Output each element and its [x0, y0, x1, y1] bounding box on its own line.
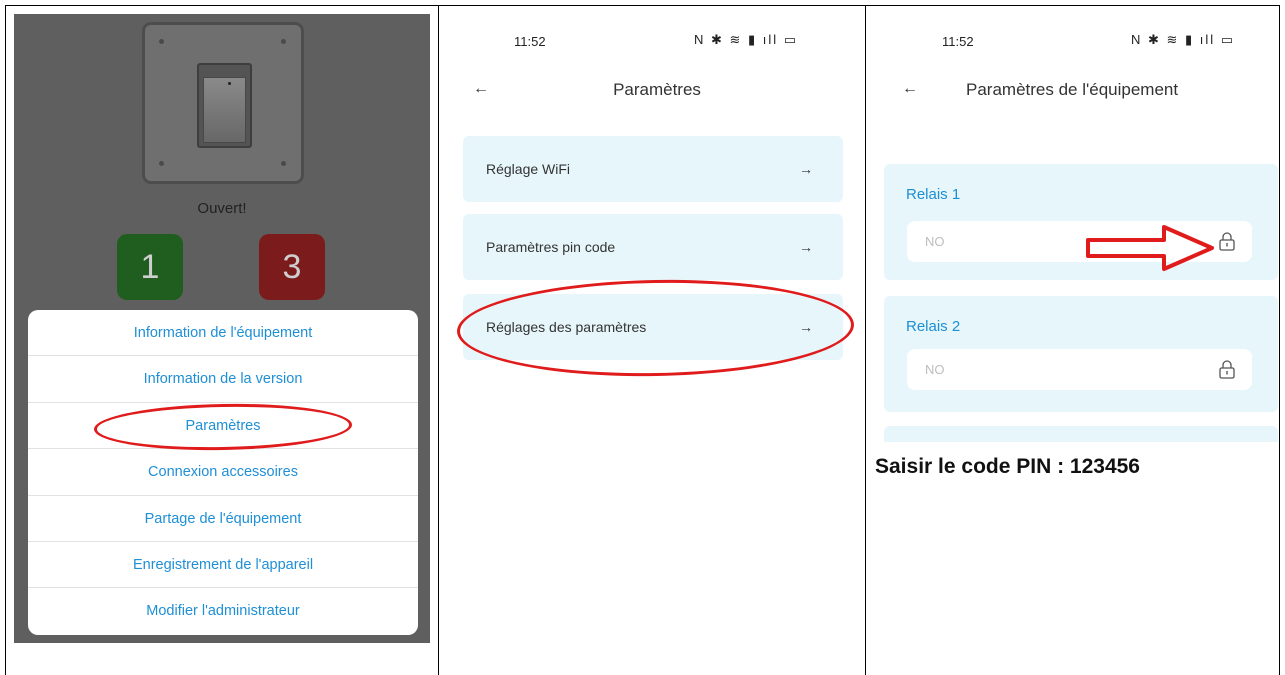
menu-item-share-device[interactable]: Partage de l'équipement: [28, 496, 418, 542]
relay-1-card: Relais 1 NO: [884, 164, 1278, 280]
screw-icon: [281, 161, 286, 166]
relay-mode-value: NO: [925, 362, 945, 377]
settings-item-label: Paramètres pin code: [486, 239, 616, 255]
door-status-text: Ouvert!: [197, 200, 247, 217]
screw-icon: [159, 39, 164, 44]
relay-2-mode-field[interactable]: NO: [907, 349, 1252, 390]
rocker-switch: [197, 63, 252, 148]
relay-3-button[interactable]: 3: [259, 234, 325, 300]
settings-item-wifi[interactable]: Réglage WiFi →: [463, 136, 843, 202]
highlight-ellipse-annotation: [456, 276, 855, 380]
menu-item-accessories[interactable]: Connexion accessoires: [28, 449, 418, 496]
status-time: 11:52: [514, 34, 546, 49]
status-icons: N ✱ ≋ ▮ ıll ▭: [694, 32, 799, 47]
arrow-right-icon: →: [799, 161, 813, 177]
arrow-right-icon: →: [799, 239, 813, 255]
equipment-settings-panel: 11:52 N ✱ ≋ ▮ ıll ▭ ← Paramètres de l'éq…: [866, 14, 1278, 675]
screw-icon: [281, 39, 286, 44]
red-arrow-annotation: [1086, 225, 1214, 271]
switch-plate-image: [142, 22, 304, 184]
menu-item-equipment-info[interactable]: Information de l'équipement: [28, 310, 418, 357]
menu-item-version-info[interactable]: Information de la version: [28, 356, 418, 403]
settings-screen-panel: 11:52 N ✱ ≋ ▮ ıll ▭ ← Paramètres Réglage…: [439, 14, 859, 675]
device-screen-panel: Ouvert! 1 3 Information de l'équipement …: [14, 14, 430, 643]
rocker-face: [203, 77, 246, 143]
relay-3-card-partial: [884, 426, 1278, 442]
relay-1-button[interactable]: 1: [117, 234, 183, 300]
settings-item-pin-code[interactable]: Paramètres pin code →: [463, 214, 843, 280]
menu-item-register-device[interactable]: Enregistrement de l'appareil: [28, 542, 418, 589]
table-border-right: [1279, 5, 1280, 675]
back-arrow-icon[interactable]: ←: [902, 80, 918, 98]
relay-title: Relais 1: [906, 186, 961, 203]
status-icons: N ✱ ≋ ▮ ıll ▭: [1131, 32, 1236, 47]
menu-item-change-admin[interactable]: Modifier l'administrateur: [28, 588, 418, 634]
pin-code-instruction: Saisir le code PIN : 123456: [875, 455, 1140, 478]
page-title: Paramètres: [613, 80, 701, 99]
table-border-left: [5, 5, 6, 675]
table-border-top: [5, 5, 1280, 6]
relay-mode-value: NO: [925, 234, 945, 249]
indicator-dot: [228, 82, 231, 85]
page-title: Paramètres de l'équipement: [966, 80, 1179, 99]
lock-icon[interactable]: [1218, 232, 1236, 251]
relay-2-card: Relais 2 NO: [884, 296, 1278, 412]
screw-icon: [159, 161, 164, 166]
relay-title: Relais 2: [906, 318, 961, 335]
settings-item-label: Réglage WiFi: [486, 161, 571, 177]
options-bottom-sheet: Information de l'équipement Information …: [28, 310, 418, 635]
status-time: 11:52: [942, 34, 974, 49]
lock-icon[interactable]: [1218, 360, 1236, 379]
